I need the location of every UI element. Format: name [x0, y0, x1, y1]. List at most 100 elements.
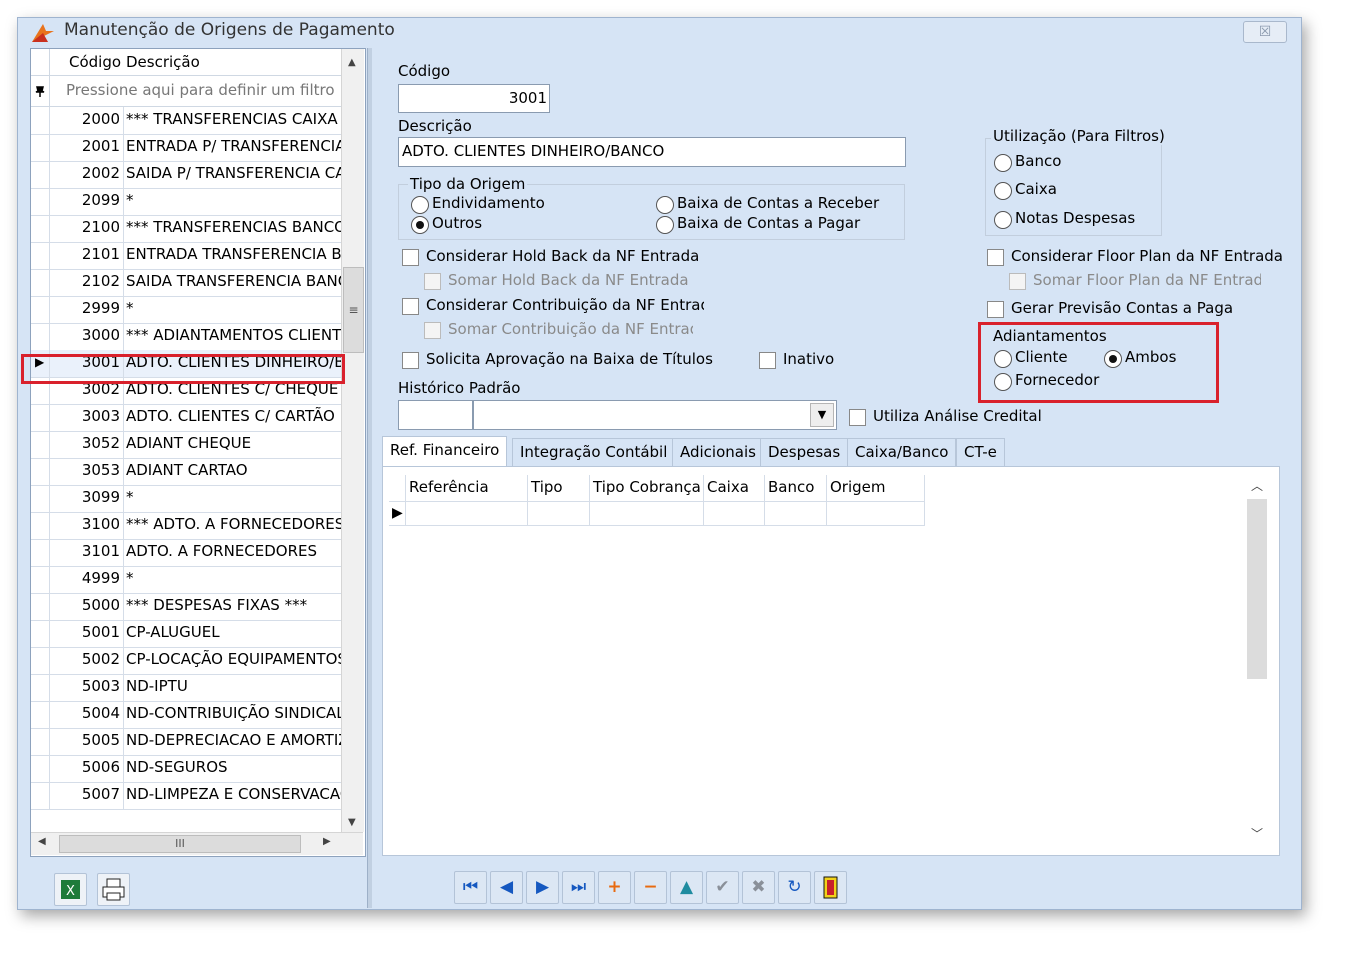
grid-row[interactable]: 3003 ADTO. CLIENTES C/ CARTÃO — [31, 404, 341, 432]
tab-integracao-contabil[interactable]: Integração Contábil — [512, 438, 676, 467]
refresh-button[interactable]: ↻ — [778, 871, 811, 904]
grid-vertical-scrollbar[interactable]: ▲ ≡ ▼ — [341, 49, 364, 832]
grid-row[interactable]: 2002 SAIDA P/ TRANSFERENCIA CA — [31, 161, 341, 189]
radio-fornecedor[interactable] — [994, 373, 1012, 391]
chk-analise-credital[interactable] — [849, 409, 866, 426]
radio-endividamento[interactable] — [411, 196, 429, 214]
grid-row[interactable]: 2099 * — [31, 188, 341, 216]
next-record-button[interactable]: ▶ — [526, 871, 559, 904]
delete-record-button[interactable]: − — [634, 871, 667, 904]
historico-select[interactable]: ▼ — [473, 400, 837, 430]
radio-ambos[interactable] — [1104, 350, 1122, 368]
radio-baixa-pagar[interactable] — [656, 216, 674, 234]
chk-somar-contribuicao[interactable] — [424, 322, 441, 339]
grid-row[interactable]: 3053 ADIANT CARTAO — [31, 458, 341, 486]
grid-row[interactable]: 3000 *** ADIANTAMENTOS CLIENTES — [31, 323, 341, 351]
horizontal-scroll-thumb[interactable]: III — [59, 835, 301, 853]
radio-cliente[interactable] — [994, 350, 1012, 368]
scroll-right-icon[interactable]: ▶ — [323, 836, 331, 847]
tab-cte[interactable]: CT-e — [956, 438, 1005, 467]
chk-somar-holdback[interactable] — [424, 273, 441, 290]
grid-row[interactable]: 5002 CP-LOCAÇÃO EQUIPAMENTOS — [31, 647, 341, 675]
vertical-scroll-thumb[interactable]: ≡ — [343, 267, 364, 353]
chk-somar-floorplan[interactable] — [1009, 273, 1026, 290]
grid-row[interactable]: 5000 *** DESPESAS FIXAS *** — [31, 593, 341, 621]
col-caixa[interactable]: Caixa — [707, 478, 749, 496]
grid-row[interactable]: 5005 ND-DEPRECIACAO E AMORTIZ — [31, 728, 341, 756]
grid-row[interactable]: 5001 CP-ALUGUEL — [31, 620, 341, 648]
tab-ref-financeiro[interactable]: Ref. Financeiro — [382, 436, 508, 467]
add-record-button[interactable]: + — [598, 871, 631, 904]
radio-banco[interactable] — [994, 154, 1012, 172]
prev-record-button[interactable]: ◀ — [490, 871, 523, 904]
first-record-button[interactable]: ⏮ — [454, 871, 487, 904]
grid-horizontal-scrollbar[interactable]: ◀ III ▶ — [31, 832, 363, 855]
chevron-down-icon[interactable]: ▼ — [810, 403, 834, 427]
grid-row[interactable]: 5006 ND-SEGUROS — [31, 755, 341, 783]
print-button[interactable] — [97, 873, 130, 906]
grid-row[interactable]: 3100 *** ADTO. A FORNECEDORES — [31, 512, 341, 540]
printer-icon — [102, 878, 125, 901]
col-tipo-cobranca[interactable]: Tipo Cobrança — [593, 478, 701, 496]
historico-code-input[interactable] — [398, 400, 473, 430]
grid-row[interactable]: 5003 ND-IPTU — [31, 674, 341, 702]
row-code: 5007 — [81, 785, 120, 803]
chk-holdback[interactable] — [402, 249, 419, 266]
tab-adicionais[interactable]: Adicionais — [672, 438, 764, 467]
row-code: 2999 — [81, 299, 120, 317]
radio-baixa-receber[interactable] — [656, 196, 674, 214]
grid-row[interactable]: 3101 ADTO. A FORNECEDORES — [31, 539, 341, 567]
row-description: ND-SEGUROS — [126, 758, 228, 776]
col-referencia[interactable]: Referência — [409, 478, 489, 496]
cancel-button[interactable]: ✖ — [742, 871, 775, 904]
scroll-up-icon[interactable]: ︿ — [1251, 477, 1263, 494]
subgrid-scrollbar[interactable]: ︿ ﹀ — [1245, 473, 1269, 845]
grid-row[interactable]: 2001 ENTRADA P/ TRANSFERENCIA — [31, 134, 341, 162]
close-button[interactable]: ☒ — [1243, 21, 1287, 43]
confirm-button[interactable]: ✔ — [706, 871, 739, 904]
chk-contribuicao[interactable] — [402, 298, 419, 315]
edit-record-button[interactable]: ▲ — [670, 871, 703, 904]
radio-notas-despesas[interactable] — [994, 211, 1012, 229]
endividamento-label: Endividamento — [432, 194, 545, 212]
excel-icon: X — [61, 880, 80, 899]
grid-row[interactable]: 3052 ADIANT CHEQUE — [31, 431, 341, 459]
grid-row[interactable]: 5007 ND-LIMPEZA E CONSERVACAO — [31, 782, 341, 810]
grid-row[interactable]: 5004 ND-CONTRIBUIÇÃO SINDICAL — [31, 701, 341, 729]
subgrid-new-row[interactable]: ▶ — [389, 502, 925, 526]
subgrid-scroll-thumb[interactable] — [1247, 499, 1267, 679]
chk-floorplan[interactable] — [987, 249, 1004, 266]
scroll-down-icon[interactable]: ▼ — [348, 817, 356, 828]
grid-row[interactable]: 2100 *** TRANSFERENCIAS BANCO — [31, 215, 341, 243]
scroll-down-icon[interactable]: ﹀ — [1251, 825, 1263, 842]
notas-despesas-label: Notas Despesas — [1015, 209, 1136, 227]
codigo-input[interactable]: 3001 — [398, 84, 550, 113]
tab-despesas[interactable]: Despesas — [760, 438, 849, 467]
add-icon: + — [607, 877, 622, 897]
chk-inativo[interactable] — [759, 352, 776, 369]
col-tipo[interactable]: Tipo — [531, 478, 563, 496]
export-excel-button[interactable]: X — [54, 873, 87, 906]
column-header-code[interactable]: Código — [69, 53, 121, 71]
grid-row[interactable]: 2000 *** TRANSFERENCIAS CAIXA — [31, 107, 341, 135]
column-header-desc[interactable]: Descrição — [126, 53, 200, 71]
grid-row[interactable]: 2102 SAIDA TRANSFERENCIA BANCO — [31, 269, 341, 297]
scroll-left-icon[interactable]: ◀ — [38, 836, 46, 847]
chk-aprovacao[interactable] — [402, 352, 419, 369]
grid-row[interactable]: 3099 * — [31, 485, 341, 513]
grid-row[interactable]: 2101 ENTRADA TRANSFERENCIA BA — [31, 242, 341, 270]
radio-caixa[interactable] — [994, 182, 1012, 200]
tab-caixa-banco[interactable]: Caixa/Banco — [847, 438, 957, 467]
scroll-up-icon[interactable]: ▲ — [348, 57, 356, 68]
grid-row[interactable]: 4999 * — [31, 566, 341, 594]
last-record-button[interactable]: ⏭ — [562, 871, 595, 904]
panel-splitter[interactable] — [367, 48, 372, 908]
radio-outros[interactable] — [411, 216, 429, 234]
grid-row[interactable]: 2999 * — [31, 296, 341, 324]
col-banco[interactable]: Banco — [768, 478, 814, 496]
chk-previsao[interactable] — [987, 301, 1004, 318]
descricao-input[interactable]: ADTO. CLIENTES DINHEIRO/BANCO — [398, 137, 906, 167]
col-origem[interactable]: Origem — [830, 478, 886, 496]
exit-button[interactable] — [814, 871, 847, 904]
grid-filter-row[interactable]: Pressione aqui para definir um filtro — [31, 76, 341, 107]
